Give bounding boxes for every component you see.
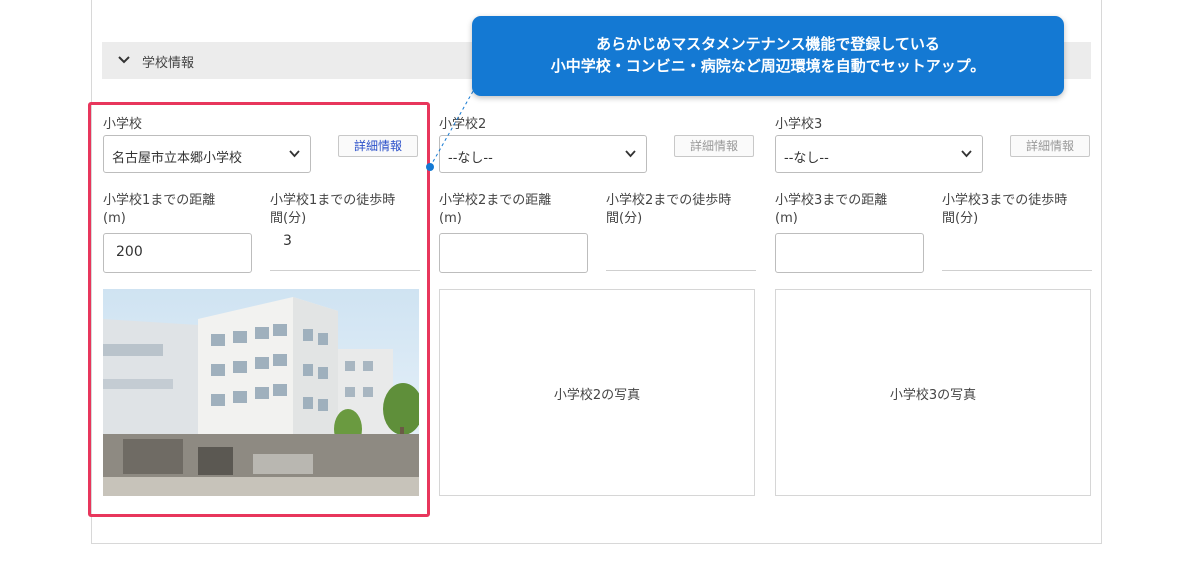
school2-detail-button[interactable]: 詳細情報 <box>674 135 754 157</box>
feature-callout: あらかじめマスタメンテナンス機能で登録している 小中学校・コンビニ・病院など周辺… <box>472 16 1064 96</box>
section-title: 学校情報 <box>142 56 195 71</box>
school3-photo-placeholder: 小学校3の写真 <box>775 289 1091 496</box>
school3-distance-label: 小学校3までの距離 (m) <box>775 193 888 226</box>
school3-walk-label: 小学校3までの徒歩時 間(分) <box>942 193 1068 226</box>
school2-distance-label: 小学校2までの距離 (m) <box>439 193 552 226</box>
school3-walk-field[interactable] <box>942 231 1092 271</box>
chevron-down-icon <box>625 150 636 158</box>
school2-label: 小学校2 <box>439 117 487 132</box>
chevron-down-icon <box>961 150 972 158</box>
school3-distance-input[interactable] <box>775 233 924 273</box>
highlight-frame <box>88 102 430 517</box>
school3-select[interactable]: --なし-- <box>775 135 983 173</box>
school2-walk-label: 小学校2までの徒歩時 間(分) <box>606 193 732 226</box>
school2-walk-field[interactable] <box>606 231 756 271</box>
school2-photo-caption: 小学校2の写真 <box>553 388 641 403</box>
school3-label: 小学校3 <box>775 117 823 132</box>
callout-line-1: あらかじめマスタメンテナンス機能で登録している <box>596 35 940 53</box>
chevron-down-icon <box>118 56 130 64</box>
school3-photo-caption: 小学校3の写真 <box>889 388 977 403</box>
school2-photo-placeholder: 小学校2の写真 <box>439 289 755 496</box>
school2-select[interactable]: --なし-- <box>439 135 647 173</box>
school2-distance-input[interactable] <box>439 233 588 273</box>
school3-select-value: --なし-- <box>784 151 829 166</box>
callout-line-2: 小中学校・コンビニ・病院など周辺環境を自動でセットアップ。 <box>550 57 986 75</box>
school3-detail-button[interactable]: 詳細情報 <box>1010 135 1090 157</box>
school2-select-value: --なし-- <box>448 151 493 166</box>
